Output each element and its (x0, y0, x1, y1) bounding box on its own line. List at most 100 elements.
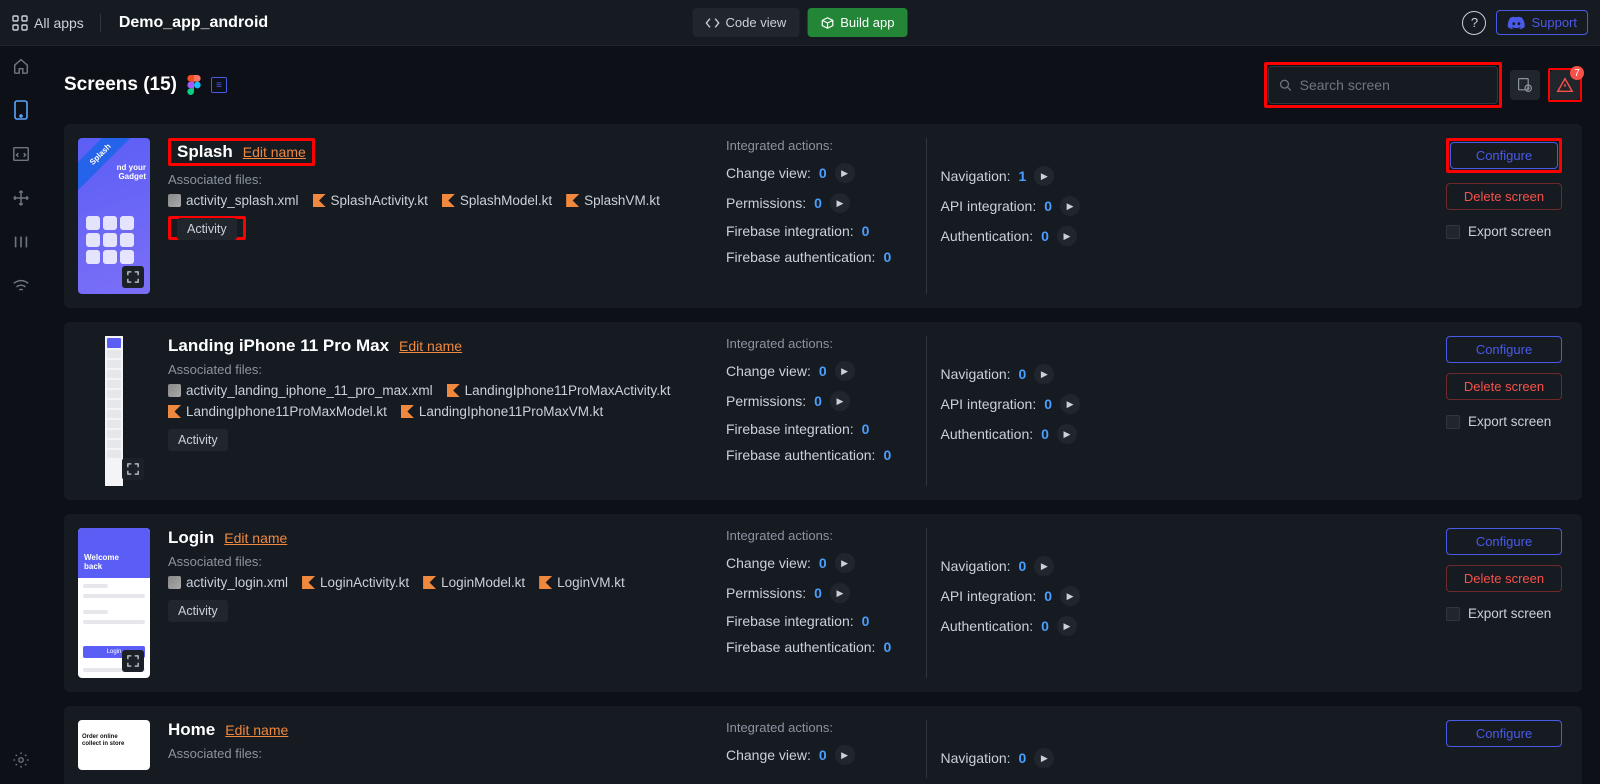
doc-icon[interactable]: ≡ (211, 77, 227, 93)
sidebar-wifi-icon[interactable] (9, 274, 33, 298)
sidebar-code-icon[interactable] (9, 142, 33, 166)
edit-name-link[interactable]: Edit name (225, 722, 288, 738)
export-screen-row[interactable]: Export screen (1446, 414, 1562, 429)
play-icon[interactable]: ▶ (1034, 748, 1054, 768)
play-icon[interactable]: ▶ (1057, 226, 1077, 246)
file-name: LoginActivity.kt (320, 575, 409, 590)
help-icon[interactable]: ? (1462, 11, 1486, 35)
edit-name-link[interactable]: Edit name (399, 338, 462, 354)
configure-button[interactable]: Configure (1446, 528, 1562, 555)
xml-file-icon (168, 384, 181, 397)
build-app-button[interactable]: Build app (807, 8, 907, 37)
play-icon[interactable]: ▶ (1060, 586, 1080, 606)
file-item[interactable]: activity_landing_iphone_11_pro_max.xml (168, 383, 433, 398)
highlight-warning: 7 (1548, 68, 1582, 102)
play-icon[interactable]: ▶ (830, 193, 850, 213)
screen-thumbnail[interactable]: Splash nd yourGadget (78, 138, 150, 294)
expand-icon[interactable] (122, 458, 144, 480)
code-view-button[interactable]: Code view (693, 8, 800, 37)
action-row: Firebase authentication: 0 (726, 639, 912, 655)
settings-action-button[interactable] (1510, 70, 1540, 100)
export-screen-row[interactable]: Export screen (1446, 606, 1562, 621)
kt-file-icon (566, 194, 579, 207)
screen-thumbnail[interactable]: Welcomeback Login (78, 528, 150, 678)
action-label: Navigation: (941, 750, 1011, 766)
kt-file-icon (401, 405, 414, 418)
search-input-wrap[interactable] (1268, 66, 1498, 104)
code-view-label: Code view (726, 15, 787, 30)
play-icon[interactable]: ▶ (835, 553, 855, 573)
file-item[interactable]: activity_login.xml (168, 575, 288, 590)
screen-thumbnail[interactable] (78, 336, 150, 486)
checkbox[interactable] (1446, 415, 1460, 429)
kt-file-icon (423, 576, 436, 589)
file-item[interactable]: LoginVM.kt (539, 575, 625, 590)
play-icon[interactable]: ▶ (830, 391, 850, 411)
file-item[interactable]: LandingIphone11ProMaxVM.kt (401, 404, 603, 419)
play-icon[interactable]: ▶ (1034, 166, 1054, 186)
edit-name-link[interactable]: Edit name (243, 144, 306, 160)
expand-icon[interactable] (122, 266, 144, 288)
sidebar-preview-icon[interactable] (9, 230, 33, 254)
delete-screen-button[interactable]: Delete screen (1446, 565, 1562, 592)
expand-icon[interactable] (122, 650, 144, 672)
action-count: 0 (862, 613, 870, 629)
play-icon[interactable]: ▶ (1034, 364, 1054, 384)
delete-screen-button[interactable]: Delete screen (1446, 183, 1562, 210)
action-count: 0 (819, 747, 827, 763)
action-count: 0 (1044, 396, 1052, 412)
action-label: Firebase authentication: (726, 447, 875, 463)
sidebar-screens-icon[interactable] (9, 98, 33, 122)
file-item[interactable]: LoginModel.kt (423, 575, 525, 590)
file-item[interactable]: SplashModel.kt (442, 193, 552, 208)
activity-tag: Activity (168, 600, 228, 622)
play-icon[interactable]: ▶ (1060, 196, 1080, 216)
action-label: Change view: (726, 747, 811, 763)
action-row: Navigation: 1 ▶ (941, 166, 1127, 186)
file-name: activity_splash.xml (186, 193, 299, 208)
screen-card: Order onlinecollect in store Home Edit n… (64, 706, 1582, 784)
file-item[interactable]: LandingIphone11ProMaxActivity.kt (447, 383, 671, 398)
action-label: API integration: (941, 588, 1037, 604)
action-count: 0 (814, 393, 822, 409)
screen-name: Landing iPhone 11 Pro Max (168, 336, 389, 356)
configure-button[interactable]: Configure (1446, 720, 1562, 747)
play-icon[interactable]: ▶ (1060, 394, 1080, 414)
figma-icon[interactable] (187, 75, 201, 95)
play-icon[interactable]: ▶ (1057, 616, 1077, 636)
associated-files-label: Associated files: (168, 746, 708, 761)
support-button[interactable]: Support (1496, 10, 1588, 35)
checkbox[interactable] (1446, 607, 1460, 621)
screen-thumbnail[interactable]: Order onlinecollect in store (78, 720, 150, 770)
action-row: Change view: 0 ▶ (726, 361, 912, 381)
kt-file-icon (442, 194, 455, 207)
all-apps-link[interactable]: All apps (12, 15, 84, 31)
configure-button[interactable]: Configure (1446, 336, 1562, 363)
configure-button[interactable]: Configure (1450, 142, 1558, 169)
play-icon[interactable]: ▶ (1057, 424, 1077, 444)
action-count: 0 (1044, 198, 1052, 214)
delete-screen-button[interactable]: Delete screen (1446, 373, 1562, 400)
file-name: LoginModel.kt (441, 575, 525, 590)
export-screen-row[interactable]: Export screen (1446, 224, 1562, 239)
xml-file-icon (168, 576, 181, 589)
file-item[interactable]: SplashVM.kt (566, 193, 660, 208)
play-icon[interactable]: ▶ (835, 745, 855, 765)
play-icon[interactable]: ▶ (830, 583, 850, 603)
sidebar-move-icon[interactable] (9, 186, 33, 210)
file-item[interactable]: LoginActivity.kt (302, 575, 409, 590)
export-label: Export screen (1468, 224, 1551, 239)
file-item[interactable]: SplashActivity.kt (313, 193, 428, 208)
edit-name-link[interactable]: Edit name (224, 530, 287, 546)
play-icon[interactable]: ▶ (835, 361, 855, 381)
play-icon[interactable]: ▶ (835, 163, 855, 183)
warning-button[interactable]: 7 (1550, 70, 1580, 100)
file-item[interactable]: LandingIphone11ProMaxModel.kt (168, 404, 387, 419)
sidebar-settings-icon[interactable] (9, 748, 33, 772)
checkbox[interactable] (1446, 225, 1460, 239)
sidebar-home-icon[interactable] (9, 54, 33, 78)
search-input[interactable] (1300, 77, 1487, 93)
highlight-name: Splash Edit name (168, 138, 315, 166)
file-item[interactable]: activity_splash.xml (168, 193, 299, 208)
play-icon[interactable]: ▶ (1034, 556, 1054, 576)
